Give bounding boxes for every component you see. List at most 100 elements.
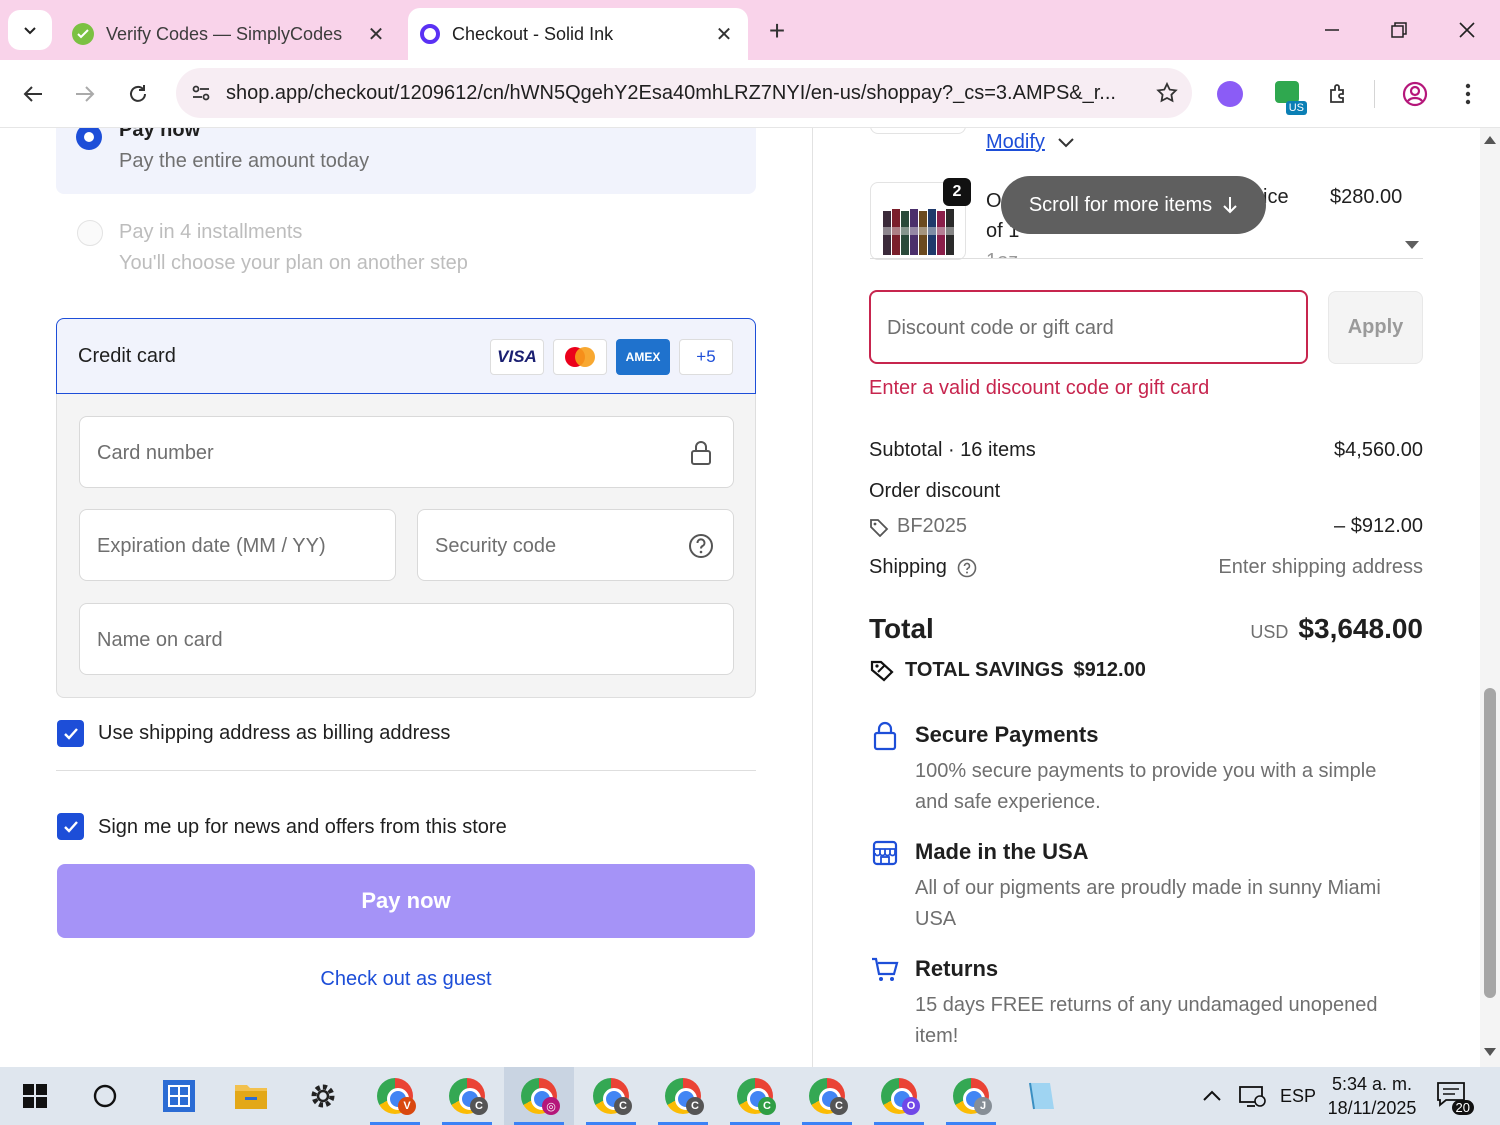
task-view-app-icon[interactable]	[144, 1067, 214, 1125]
close-tab-icon[interactable]: ✕	[360, 18, 392, 50]
network-icon[interactable]	[1238, 1067, 1266, 1125]
show-hidden-icons-button[interactable]	[1202, 1067, 1222, 1125]
billing-address-label[interactable]: Use shipping address as billing address	[98, 722, 450, 745]
language-indicator[interactable]: ESP	[1280, 1067, 1316, 1125]
restore-icon	[1391, 22, 1407, 38]
minimize-icon	[1325, 29, 1339, 31]
chrome-profile-c-icon[interactable]: C	[720, 1067, 790, 1125]
arrow-right-icon	[76, 86, 95, 102]
extension-us-icon[interactable]: US	[1268, 74, 1308, 115]
notepad-app-icon[interactable]	[1006, 1067, 1076, 1125]
item-quantity-badge: 2	[943, 178, 971, 206]
chrome-profile-c-icon[interactable]: C	[432, 1067, 502, 1125]
scroll-up-icon[interactable]	[1484, 136, 1496, 144]
arrow-down-icon	[1223, 197, 1237, 214]
checkout-page: Pay now Pay the entire amount today Pay …	[0, 128, 1500, 1067]
extension-badge: US	[1285, 101, 1307, 115]
feature-description: 15 days FREE returns of any undamaged un…	[915, 994, 1378, 1047]
installments-radio[interactable]	[77, 220, 103, 246]
close-window-button[interactable]	[1437, 10, 1497, 50]
installments-subtitle: You'll choose your plan on another step	[119, 252, 468, 274]
shipping-value: Enter shipping address	[1218, 556, 1423, 578]
chevron-up-icon	[1203, 1090, 1221, 1101]
extensions-puzzle-icon[interactable]	[1318, 74, 1358, 114]
help-circle-icon[interactable]	[687, 532, 715, 560]
more-cards-badge: +5	[679, 339, 733, 375]
order-summary-column: Modify 2 O of 1 1oz ice $280.00 Scroll	[813, 128, 1480, 1067]
modify-label: Modify	[986, 131, 1045, 153]
amex-logo: AMEX	[616, 339, 670, 375]
discount-code-input[interactable]: Discount code or gift card	[869, 290, 1308, 364]
discount-placeholder: Discount code or gift card	[887, 317, 1114, 339]
discount-code: BF2025	[897, 515, 968, 537]
chrome-profile-o-icon[interactable]: O	[864, 1067, 934, 1125]
items-divider	[870, 258, 1423, 259]
restore-button[interactable]	[1369, 10, 1429, 50]
chrome-profile-c-icon[interactable]: C	[576, 1067, 646, 1125]
chrome-profile-c-icon[interactable]: C	[792, 1067, 862, 1125]
feature-title: Returns	[915, 956, 999, 981]
chrome-profile-v-icon[interactable]: V	[360, 1067, 430, 1125]
search-button[interactable]	[70, 1067, 140, 1125]
new-tab-button[interactable]: +	[760, 14, 794, 48]
pay-now-button[interactable]: Pay now	[57, 864, 755, 938]
settings-gear-icon[interactable]	[288, 1067, 358, 1125]
close-tab-icon[interactable]: ✕	[708, 18, 740, 50]
scrollbar-thumb[interactable]	[1484, 688, 1496, 998]
back-button[interactable]	[11, 72, 55, 116]
extension-purple-icon[interactable]	[1210, 74, 1250, 114]
notifications-button[interactable]: 20	[1436, 1067, 1474, 1125]
address-bar[interactable]: shop.app/checkout/1209612/cn/hWN5QgehY2E…	[176, 68, 1192, 118]
total-currency: USD	[1250, 622, 1289, 642]
site-info-icon[interactable]	[176, 82, 226, 104]
chrome-profile-j-icon[interactable]: J	[936, 1067, 1006, 1125]
chrome-active-window-icon[interactable]: ◎	[504, 1067, 574, 1125]
bookmark-star-icon[interactable]	[1142, 81, 1192, 105]
newsletter-checkbox[interactable]	[57, 813, 84, 840]
name-on-card-field[interactable]: Name on card	[79, 603, 734, 675]
reload-icon	[130, 85, 146, 102]
shipping-row: Shipping	[869, 556, 977, 579]
scroll-for-more-button[interactable]: Scroll for more items	[1001, 176, 1266, 234]
apply-discount-button[interactable]: Apply	[1328, 291, 1423, 364]
browser-toolbar: shop.app/checkout/1209612/cn/hWN5QgehY2E…	[0, 60, 1500, 128]
divider	[56, 770, 756, 771]
item-name-tail: ice	[1263, 186, 1289, 208]
credit-card-label: Credit card	[78, 345, 176, 367]
scroll-down-icon[interactable]	[1484, 1048, 1496, 1056]
modify-link[interactable]: Modify	[986, 131, 1075, 154]
security-code-field[interactable]: Security code	[417, 509, 734, 581]
total-amount: USD $3,648.00	[1250, 613, 1423, 645]
tab-checkout[interactable]: Checkout - Solid Ink ✕	[408, 8, 748, 60]
help-circle-icon[interactable]	[957, 558, 977, 578]
url-text[interactable]: shop.app/checkout/1209612/cn/hWN5QgehY2E…	[226, 82, 1142, 105]
expiration-date-placeholder: Expiration date (MM / YY)	[97, 535, 326, 557]
guest-checkout-link[interactable]: Check out as guest	[0, 968, 812, 991]
minimize-button[interactable]	[1302, 10, 1362, 50]
start-button[interactable]	[0, 1067, 70, 1125]
chrome-profile-c-icon[interactable]: C	[648, 1067, 718, 1125]
scroll-down-arrow-icon[interactable]	[1405, 241, 1419, 249]
profile-avatar-icon[interactable]	[1395, 74, 1435, 114]
forward-button[interactable]	[63, 72, 107, 116]
newsletter-label[interactable]: Sign me up for news and offers from this…	[98, 816, 507, 839]
credit-card-header[interactable]: Credit card VISA AMEX +5	[56, 318, 756, 394]
file-explorer-icon[interactable]	[216, 1067, 286, 1125]
pay-now-title: Pay now	[119, 128, 201, 141]
tab-verify-codes[interactable]: Verify Codes — SimplyCodes ✕	[60, 8, 400, 60]
feature-description: 100% secure payments to provide you with…	[915, 760, 1377, 813]
installments-title: Pay in 4 installments	[119, 221, 303, 243]
feature-description: All of our pigments are proudly made in …	[915, 877, 1381, 930]
security-code-placeholder: Security code	[435, 535, 557, 557]
scroll-hint-label: Scroll for more items	[1028, 193, 1213, 216]
card-number-placeholder: Card number	[97, 442, 214, 464]
tab-search-button[interactable]	[8, 10, 52, 50]
expiration-date-field[interactable]: Expiration date (MM / YY)	[79, 509, 396, 581]
credit-card-form: Card number Expiration date (MM / YY) Se…	[56, 394, 756, 698]
card-number-field[interactable]: Card number	[79, 416, 734, 488]
billing-address-checkbox[interactable]	[57, 720, 84, 747]
reload-button[interactable]	[116, 72, 160, 116]
clock[interactable]: 5:34 a. m. 18/11/2025	[1328, 1067, 1417, 1125]
more-menu-icon[interactable]	[1448, 74, 1488, 114]
page-scrollbar[interactable]	[1480, 128, 1500, 1067]
